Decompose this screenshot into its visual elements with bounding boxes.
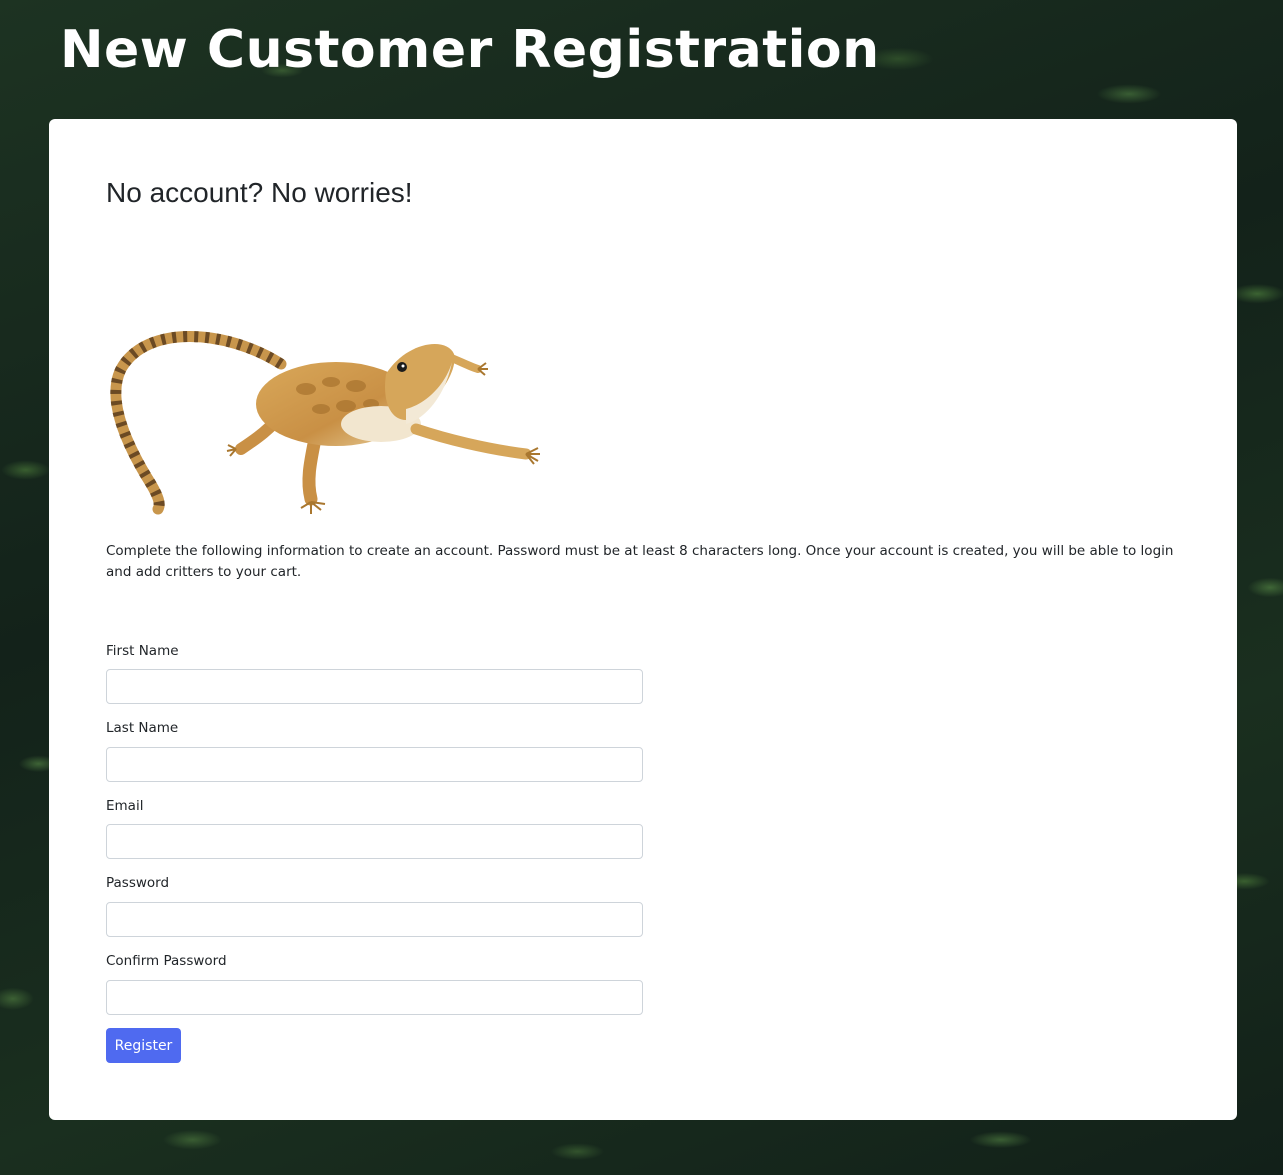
password-label: Password bbox=[106, 875, 170, 891]
page-title: New Customer Registration bbox=[60, 20, 880, 80]
first-name-label: First Name bbox=[106, 643, 179, 659]
confirm-password-input[interactable] bbox=[106, 980, 643, 1015]
password-input[interactable] bbox=[106, 902, 643, 937]
page-background: { "header": { "title": "New Customer Reg… bbox=[0, 0, 1283, 1175]
confirm-password-label: Confirm Password bbox=[106, 953, 227, 969]
last-name-label: Last Name bbox=[106, 720, 179, 736]
register-button[interactable]: Register bbox=[106, 1028, 181, 1063]
email-input[interactable] bbox=[106, 824, 643, 859]
last-name-input[interactable] bbox=[106, 747, 643, 782]
email-label: Email bbox=[106, 798, 144, 814]
intro-text: Complete the following information to cr… bbox=[106, 543, 1174, 580]
first-name-input[interactable] bbox=[106, 669, 643, 704]
card-heading: No account? No worries! bbox=[106, 177, 413, 208]
registration-card: No account? No worries! Complete the fol… bbox=[49, 119, 1237, 1120]
lizard-image bbox=[110, 331, 540, 515]
